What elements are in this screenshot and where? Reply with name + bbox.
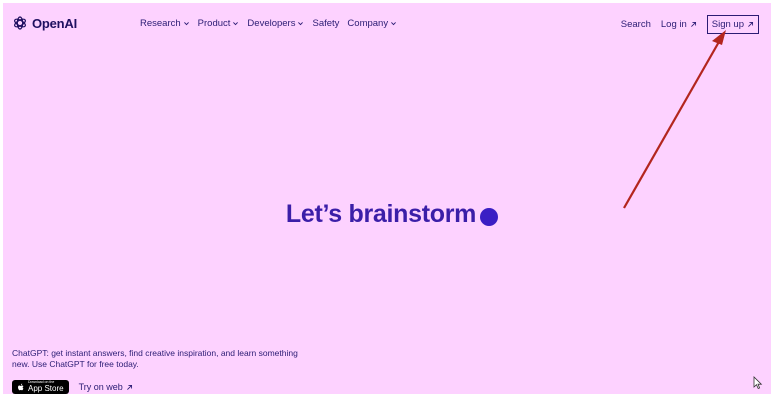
chevron-down-icon — [183, 22, 189, 26]
try-on-web-label: Try on web — [78, 382, 123, 392]
nav-item-label: Product — [197, 18, 231, 29]
mouse-cursor-icon — [753, 376, 763, 390]
login-link[interactable]: Log in — [661, 19, 697, 30]
product-description: ChatGPT: get instant answers, find creat… — [12, 348, 298, 369]
nav-item-product[interactable]: Product — [198, 18, 240, 29]
cta-row: Download on the App Store Try on web — [12, 380, 133, 394]
openai-logo[interactable]: OpenAI — [12, 15, 77, 31]
chevron-down-icon — [298, 22, 304, 26]
app-store-badge[interactable]: Download on the App Store — [12, 380, 69, 394]
brand-name: OpenAI — [32, 15, 78, 31]
nav-item-company[interactable]: Company — [347, 18, 397, 29]
nav-item-safety[interactable]: Safety — [312, 18, 339, 29]
hero: Let’s brainstorm — [8, 200, 771, 229]
nav-item-label: Safety — [312, 18, 340, 29]
app-store-big-text: App Store — [28, 383, 64, 393]
external-arrow-icon — [748, 21, 754, 27]
hero-headline: Let’s brainstorm — [285, 200, 477, 228]
signup-button[interactable]: Sign up — [706, 15, 759, 34]
hero-dot — [480, 207, 499, 226]
login-label: Log in — [660, 19, 687, 30]
try-on-web-link[interactable]: Try on web — [79, 382, 133, 392]
signup-label: Sign up — [711, 19, 744, 30]
apple-icon — [18, 383, 24, 390]
nav-item-research[interactable]: Research — [140, 18, 190, 29]
account-nav: Search Log in Sign up — [621, 15, 759, 34]
external-arrow-icon — [126, 384, 132, 390]
page: OpenAI Research Product Developers Safet… — [3, 3, 771, 394]
chevron-down-icon — [233, 22, 239, 26]
external-arrow-icon — [690, 21, 696, 27]
openai-logo-icon — [14, 16, 26, 30]
nav-item-label: Company — [347, 18, 389, 29]
main-nav: Research Product Developers Safety Compa… — [140, 18, 397, 29]
chevron-down-icon — [391, 22, 397, 26]
nav-item-label: Research — [140, 18, 181, 29]
nav-item-developers[interactable]: Developers — [247, 18, 304, 29]
nav-item-label: Developers — [247, 18, 296, 29]
search-link[interactable]: Search — [621, 19, 651, 30]
left-frame — [0, 0, 3, 394]
